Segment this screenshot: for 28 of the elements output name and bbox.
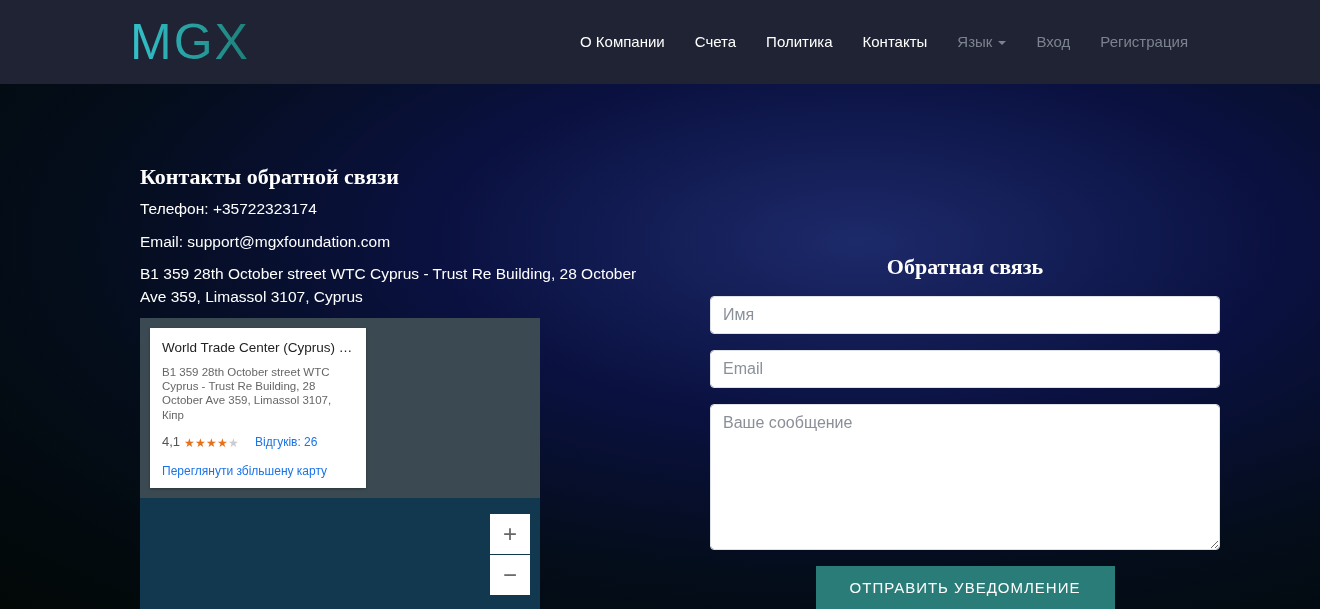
contact-text: Телефон: +35722323174 <box>140 199 318 220</box>
submit-button[interactable]: ОТПРАВИТЬ УВЕДОМЛЕНИЕ <box>815 566 1115 609</box>
input-field[interactable]: Email <box>710 350 1220 389</box>
star-icon: ★ <box>206 436 218 450</box>
contact-text: B1 359 28th October street WTC Cyprus - Trust Re Building, 28 October Ave 359, Limassol 3107, Cyprus <box>140 264 638 307</box>
zoom-in-button[interactable]: + <box>490 514 530 555</box>
star-icon: ★ <box>228 436 240 450</box>
rating-value: 4,1 <box>162 433 181 452</box>
nav-link[interactable]: Счета <box>679 30 752 54</box>
nav-link[interactable]: О Компании <box>565 30 680 54</box>
contact-text: Email: support@mgxfoundation.com <box>140 231 392 252</box>
nav-link[interactable]: Политика <box>751 30 848 54</box>
section-heading: Контакты обратной связи <box>140 164 400 191</box>
reviews-link[interactable]: Відгуків: 26 <box>255 433 318 451</box>
nav-link[interactable]: Контакты <box>847 30 943 54</box>
larger-map-link[interactable]: Переглянути збільшену карту <box>162 462 356 480</box>
language-dropdown[interactable]: Язык <box>942 30 1022 54</box>
nav-link[interactable]: Вход <box>1021 30 1086 54</box>
place-title: World Trade Center (Cyprus) … <box>162 339 354 358</box>
place-address: B1 359 28th October street WTC Cyprus - Trust Re Building, 28 October Ave 359, Limassol 3107, Кіпр <box>162 364 333 422</box>
nav-link[interactable]: Регистрация <box>1085 30 1203 54</box>
star-icon: ★ <box>195 436 207 450</box>
star-icon: ★ <box>217 436 229 450</box>
input-field[interactable]: Имя <box>710 296 1220 335</box>
star-icon: ★ <box>184 436 196 450</box>
message-field[interactable]: Ваше сообщение <box>710 404 1220 551</box>
zoom-out-button[interactable]: − <box>490 555 530 596</box>
form-heading: Обратная связь <box>885 254 1045 281</box>
